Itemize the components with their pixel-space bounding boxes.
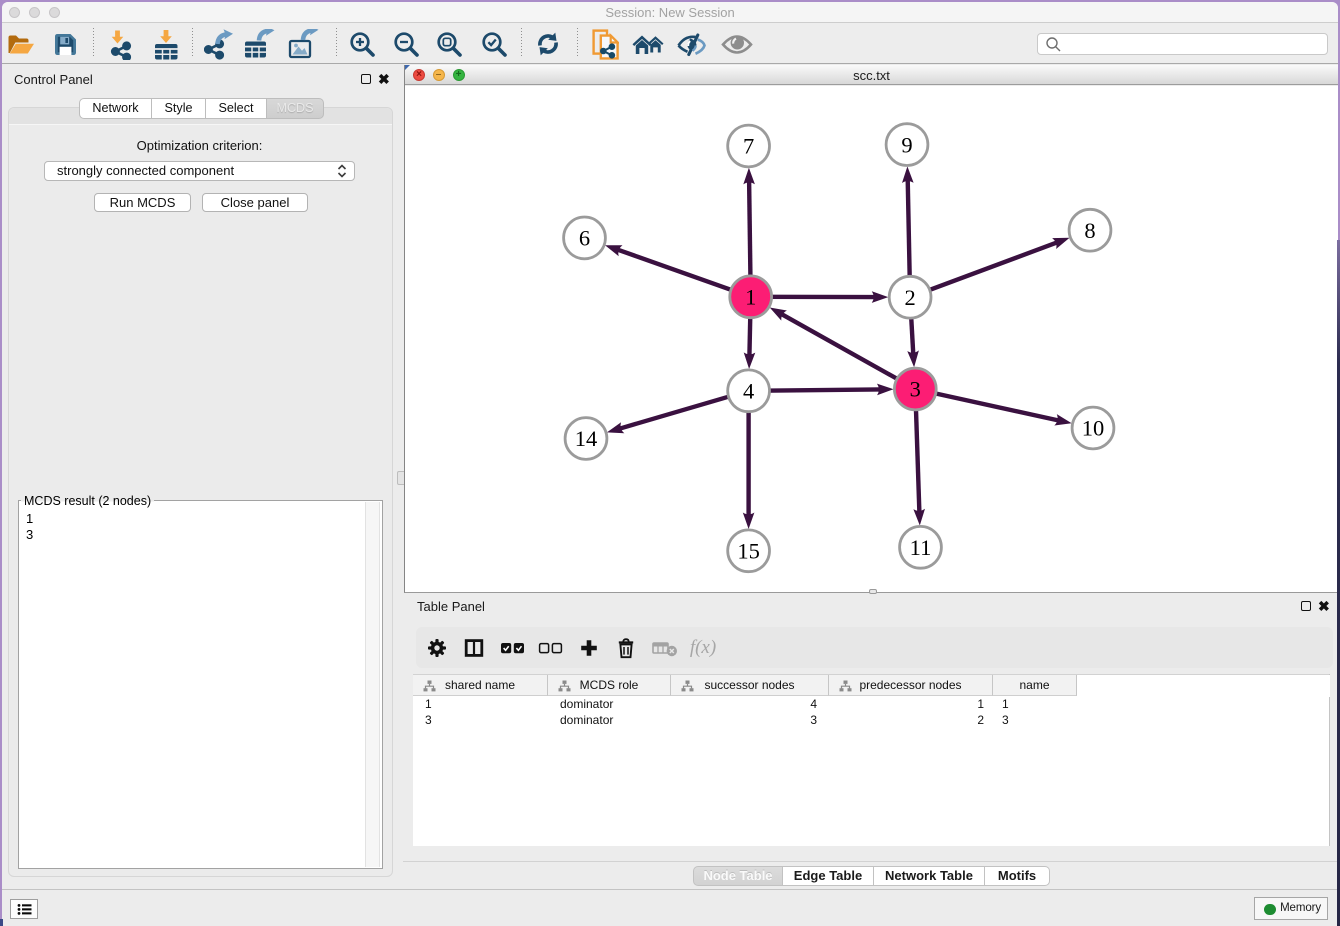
svg-text:4: 4: [743, 379, 754, 404]
svg-text:1: 1: [745, 285, 756, 310]
svg-text:14: 14: [575, 426, 598, 451]
svg-text:2: 2: [904, 285, 915, 310]
svg-text:3: 3: [910, 377, 921, 402]
svg-text:9: 9: [901, 132, 912, 157]
svg-text:15: 15: [737, 539, 760, 564]
svg-text:11: 11: [910, 535, 932, 560]
svg-text:6: 6: [579, 226, 590, 251]
svg-text:10: 10: [1082, 416, 1105, 441]
svg-text:8: 8: [1084, 218, 1095, 243]
svg-text:7: 7: [743, 134, 754, 159]
